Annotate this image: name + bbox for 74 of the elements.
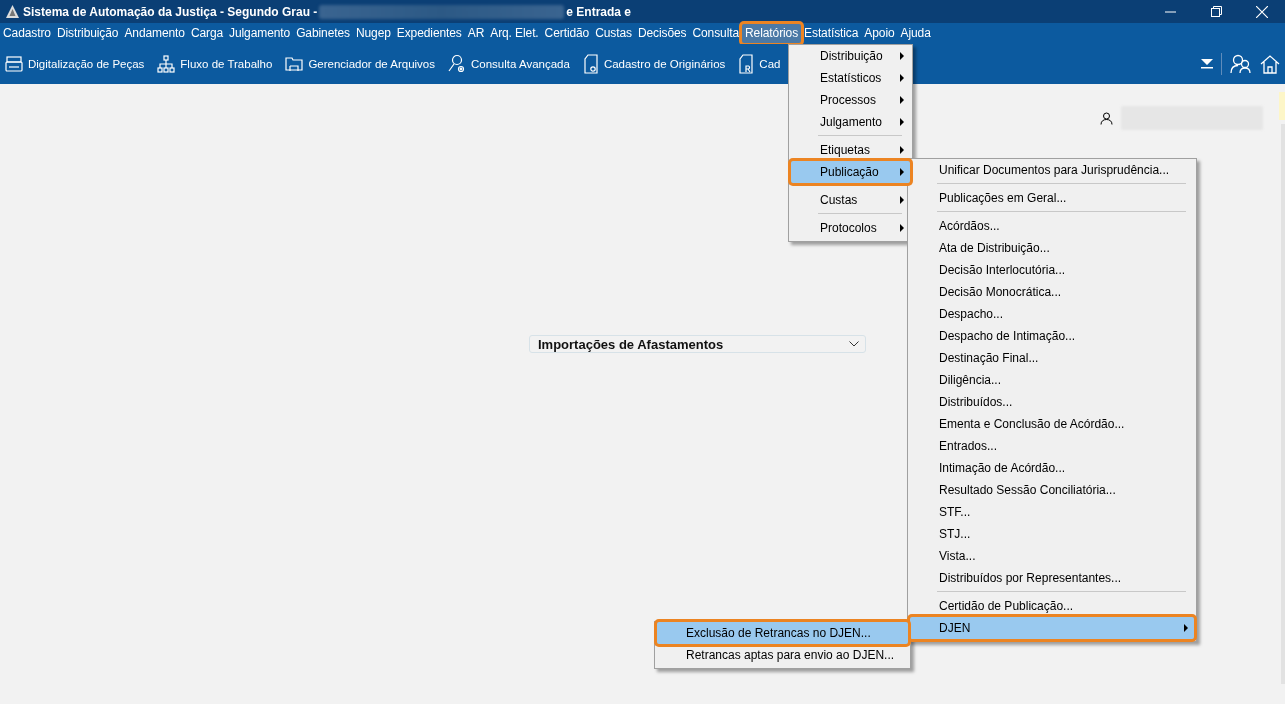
menu-item[interactable]: Despacho de Intimação... <box>910 325 1194 347</box>
menu-bar-item[interactable]: Carga <box>187 24 227 43</box>
toolbar-button[interactable]: Cadastro de Originários <box>582 52 726 76</box>
menu-bar-item[interactable]: Gabinetes <box>293 24 353 43</box>
menu-bar-item[interactable]: Arq. Elet. <box>487 24 542 43</box>
menu-item[interactable]: Julgamento <box>791 111 910 133</box>
menu-item[interactable]: Unificar Documentos para Jurisprudência... <box>910 159 1194 181</box>
menu-bar-item[interactable]: Nugep <box>352 24 394 43</box>
menu-item[interactable]: Publicações em Geral... <box>910 187 1194 209</box>
window-title: Sistema de Automação da Justiça - Segundo Grau - <box>23 4 318 19</box>
menu-bar-item[interactable]: Estatística <box>801 24 862 43</box>
document-icon <box>582 54 599 74</box>
menu-item[interactable]: Retrancas aptas para envio ao DJEN... <box>657 644 908 666</box>
scanner-icon <box>5 55 23 73</box>
org-chart-icon <box>157 55 176 73</box>
menu-item[interactable]: Diligência... <box>910 369 1194 391</box>
menu-item[interactable]: Distribuídos... <box>910 391 1194 413</box>
menu-item[interactable]: Resultado Sessão Conciliatória... <box>910 479 1194 501</box>
menu-item[interactable]: Ementa e Conclusão de Acórdão... <box>910 413 1194 435</box>
menu-bar-item[interactable]: Ajuda <box>897 24 934 43</box>
toolbar-button[interactable]: Consulta Avançada <box>448 52 570 76</box>
home-icon[interactable] <box>1260 54 1280 74</box>
user-icon <box>1100 111 1113 125</box>
folder-icon <box>285 55 304 73</box>
menu-item[interactable]: Estatísticos <box>791 67 910 89</box>
window-title-suffix: e Entrada e <box>566 4 631 19</box>
menu-item[interactable]: STJ... <box>910 523 1194 545</box>
minimize-icon[interactable] <box>1164 10 1176 13</box>
menu-bar-item[interactable]: Expedientes <box>393 24 465 43</box>
menu-item[interactable]: Distribuição <box>791 45 910 67</box>
dropdown-field[interactable]: Importações de Afastamentos <box>529 335 866 353</box>
menu-item[interactable]: Exclusão de Retrancas no DJEN... <box>657 622 908 644</box>
menu-item[interactable]: Custas <box>791 189 910 211</box>
menu-bar-item[interactable]: Decisões <box>634 24 690 43</box>
menu-item[interactable]: Intimação de Acórdão... <box>910 457 1194 479</box>
menu-bar-item[interactable]: Cadastro <box>0 24 54 43</box>
menu-bar-item[interactable]: Relatórios <box>742 24 802 43</box>
toolbar-button[interactable]: Cad <box>738 52 781 76</box>
menu-bar-item[interactable]: Julgamento <box>226 24 294 43</box>
menu-item[interactable]: Decisão Interlocutória... <box>910 259 1194 281</box>
menu-bar-item[interactable]: Consulta <box>689 24 743 43</box>
menu-item[interactable]: Vista... <box>910 545 1194 567</box>
toolbar-button[interactable]: Gerenciador de Arquivos <box>285 53 435 75</box>
close-icon[interactable] <box>1256 5 1268 18</box>
search-gear-icon <box>448 54 466 74</box>
menu-item[interactable]: Processos <box>791 89 910 111</box>
menu-item[interactable]: Ata de Distribuição... <box>910 237 1194 259</box>
menu-bar-item[interactable]: Andamento <box>121 24 188 43</box>
menu-item[interactable]: Etiquetas <box>791 139 910 161</box>
document-icon <box>738 54 755 74</box>
menu-item[interactable]: Publicação <box>791 161 910 183</box>
dropdown-arrow-icon[interactable] <box>1201 59 1213 69</box>
menu-bar-item[interactable]: Distribuição <box>53 24 122 43</box>
users-icon[interactable] <box>1230 54 1252 74</box>
menu-item[interactable]: Protocolos <box>791 217 910 239</box>
menu-bar-item[interactable]: AR <box>464 24 488 43</box>
menu-item[interactable]: DJEN <box>910 617 1194 639</box>
menu-item[interactable]: STF... <box>910 501 1194 523</box>
menu-item[interactable]: Decisão Monocrática... <box>910 281 1194 303</box>
menu-item[interactable]: Distribuídos por Representantes... <box>910 567 1194 589</box>
menu-bar-item[interactable]: Apoio <box>861 24 898 43</box>
side-panel-edge <box>1279 92 1285 120</box>
menu-bar-item[interactable]: Custas <box>592 24 635 43</box>
toolbar-button[interactable]: Digitalização de Peças <box>5 53 145 75</box>
menu-bar-item[interactable]: Certidão <box>541 24 593 43</box>
app-logo-icon <box>6 5 19 18</box>
restore-icon[interactable] <box>1210 6 1222 17</box>
toolbar-button[interactable]: Fluxo de Trabalho <box>157 53 273 75</box>
menu-item[interactable]: Destinação Final... <box>910 347 1194 369</box>
chevron-down-icon <box>849 341 859 347</box>
menu-item[interactable]: Entrados... <box>910 435 1194 457</box>
menu-item[interactable]: Acórdãos... <box>910 215 1194 237</box>
menu-item[interactable]: Certidão de Publicação... <box>910 595 1194 617</box>
menu-item[interactable]: Despacho... <box>910 303 1194 325</box>
